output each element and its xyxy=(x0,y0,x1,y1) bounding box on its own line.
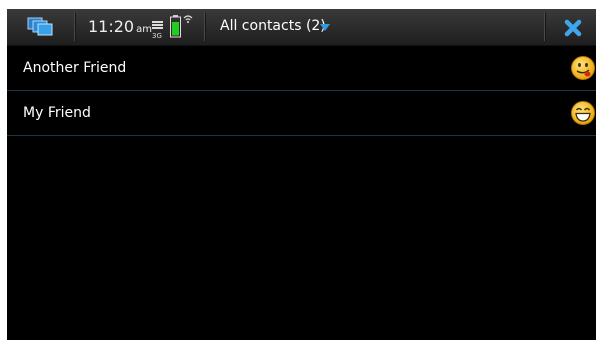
contact-name: Another Friend xyxy=(23,60,127,76)
list-item[interactable]: Another Friend xyxy=(7,46,596,91)
contacts-list: Another Friend My Friend xyxy=(7,46,596,136)
grin-smiley-icon xyxy=(571,101,595,125)
status-bar: 11:20 am 3G All contacts (2) xyxy=(7,9,596,46)
battery-icon xyxy=(170,15,181,38)
tongue-smiley-icon xyxy=(571,56,595,80)
network-type: 3G xyxy=(152,32,162,39)
close-icon[interactable] xyxy=(564,19,582,37)
view-menu-title[interactable]: All contacts (2) xyxy=(220,18,326,34)
clock-time: 11:20 xyxy=(88,17,135,36)
wifi-icon xyxy=(183,15,193,23)
status-separator xyxy=(544,13,546,41)
device-screen: 11:20 am 3G All contacts (2) Another Fri… xyxy=(7,9,596,340)
status-separator xyxy=(74,13,76,41)
task-switcher-icon[interactable] xyxy=(27,17,53,37)
signal-icon: 3G xyxy=(152,21,163,39)
clock: 11:20 am xyxy=(88,17,152,36)
contact-name: My Friend xyxy=(23,105,91,121)
status-separator xyxy=(204,13,206,41)
clock-ampm: am xyxy=(136,24,152,35)
list-item[interactable]: My Friend xyxy=(7,91,596,136)
chevron-down-icon[interactable] xyxy=(320,24,330,31)
